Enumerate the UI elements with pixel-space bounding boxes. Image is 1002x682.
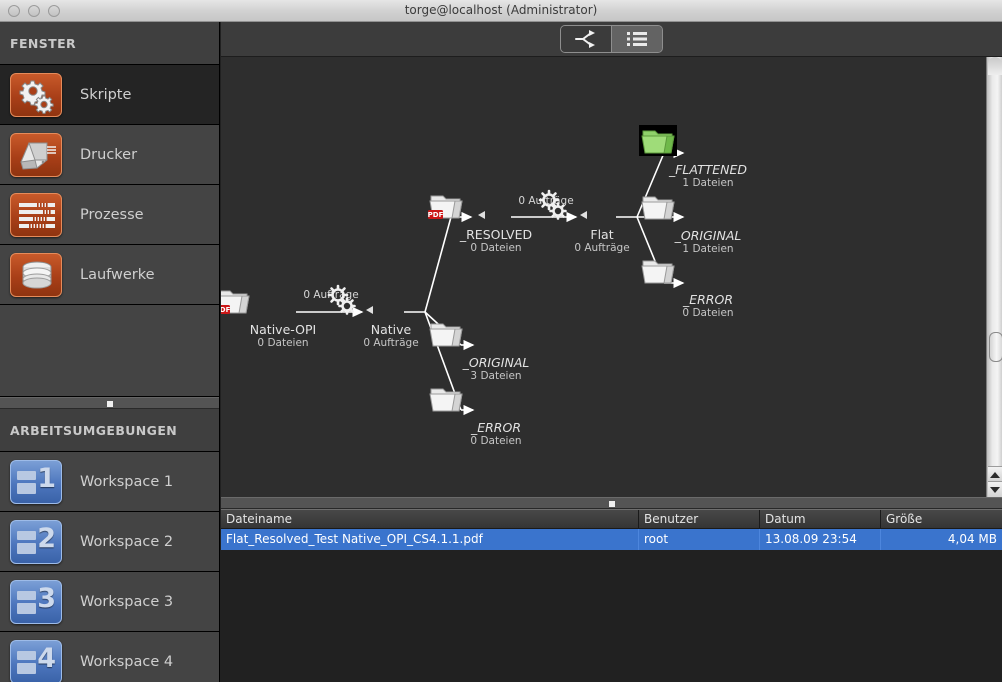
folder-icon <box>638 189 778 229</box>
workflow-canvas[interactable]: 0 Aufträge 0 Aufträge PDF Native-OPI 0 D… <box>221 57 986 497</box>
tab-workflow-view[interactable] <box>560 26 611 52</box>
workflow-node-error-mid[interactable]: _ERROR 0 Dateien <box>426 381 566 448</box>
node-label: _ERROR <box>682 292 734 307</box>
sidebar-empty-area <box>0 305 219 397</box>
file-table: Dateiname Benutzer Datum Größe Flat_Reso… <box>221 509 1002 682</box>
sidebar-item-workspace-4[interactable]: 4 Workspace 4 <box>0 632 219 682</box>
workspace-number: 3 <box>37 582 56 614</box>
workspace-panes-icon <box>17 650 36 677</box>
workspace-panes-icon <box>17 530 36 557</box>
process-icon <box>10 192 62 237</box>
folder-icon <box>426 381 566 421</box>
branch-icon <box>574 30 595 48</box>
workflow-edges <box>296 147 685 416</box>
node-label: _FLATTENED <box>668 162 748 177</box>
sidebar-item-label: Workspace 3 <box>80 593 174 610</box>
sidebar-item-label: Drucker <box>80 146 138 163</box>
window-titlebar: torge@localhost (Administrator) <box>0 0 1002 22</box>
sidebar-item-workspace-1[interactable]: 1 Workspace 1 <box>0 452 219 512</box>
gears-icon <box>10 72 62 117</box>
main-panel: 0 Aufträge 0 Aufträge PDF Native-OPI 0 D… <box>221 22 1002 682</box>
workflow-node-original-mid[interactable]: _ORIGINAL 3 Dateien <box>426 316 566 383</box>
column-header-benutzer[interactable]: Benutzer <box>639 510 760 528</box>
sidebar-section-header-arbeitsumgebungen: ARBEITSUMGEBUNGEN <box>0 409 219 452</box>
sidebar-item-label: Skripte <box>80 86 132 103</box>
column-header-dateiname[interactable]: Dateiname <box>221 510 639 528</box>
workflow-node-error-right[interactable]: _ERROR 0 Dateien <box>638 253 778 320</box>
workspace-icon: 3 <box>10 579 62 624</box>
application-window: torge@localhost (Administrator) FENSTER … <box>0 0 1002 682</box>
drive-icon <box>10 252 62 297</box>
workspace-icon: 4 <box>10 639 62 682</box>
sidebar-item-laufwerke[interactable]: Laufwerke <box>0 245 219 305</box>
sidebar-section-header-fenster: FENSTER <box>0 22 219 65</box>
folder-icon <box>426 316 566 356</box>
folder-icon <box>638 253 778 293</box>
sidebar-item-workspace-2[interactable]: 2 Workspace 2 <box>0 512 219 572</box>
sidebar-item-skripte[interactable]: Skripte <box>0 65 219 125</box>
cell-groesse: 4,04 MB <box>947 532 997 546</box>
sidebar-item-drucker[interactable]: Drucker <box>0 125 219 185</box>
panel-splitter[interactable] <box>221 497 1002 509</box>
printer-icon <box>10 132 62 177</box>
chevron-up-icon <box>990 471 1000 478</box>
column-header-datum[interactable]: Datum <box>760 510 881 528</box>
canvas-vertical-scrollbar[interactable] <box>986 57 1002 497</box>
tab-list-view[interactable] <box>610 26 662 52</box>
sidebar-splitter[interactable] <box>0 397 219 409</box>
svg-text:PDF: PDF <box>428 211 444 219</box>
sidebar: FENSTER Skripte Drucker Prozesse Laufwer… <box>0 22 220 682</box>
node-label: _ORIGINAL <box>462 355 530 370</box>
sidebar-item-label: Prozesse <box>80 206 144 223</box>
workspace-number: 2 <box>37 522 56 554</box>
chevron-down-icon <box>990 486 1000 493</box>
splitter-grip-icon <box>608 501 615 507</box>
scroll-down-button[interactable] <box>988 481 1002 497</box>
table-header-row: Dateiname Benutzer Datum Größe <box>221 509 1002 529</box>
node-label: _ERROR <box>470 420 522 435</box>
window-title: torge@localhost (Administrator) <box>404 3 598 17</box>
scroll-up-button[interactable] <box>988 466 1002 482</box>
cell-datum: 13.08.09 23:54 <box>760 529 881 550</box>
workspace-icon: 2 <box>10 519 62 564</box>
scrollbar-track[interactable] <box>988 57 1002 75</box>
workspace-panes-icon <box>17 470 36 497</box>
view-mode-segmented-control <box>559 25 663 53</box>
sidebar-item-label: Laufwerke <box>80 266 155 283</box>
column-header-groesse[interactable]: Größe <box>881 510 1002 528</box>
node-label: _ORIGINAL <box>674 228 742 243</box>
workspace-number: 4 <box>37 642 56 674</box>
node-sublabel: 0 Dateien <box>470 435 522 447</box>
workspace-panes-icon <box>17 590 36 617</box>
workspace-number: 1 <box>37 462 56 494</box>
sidebar-item-workspace-3[interactable]: 3 Workspace 3 <box>0 572 219 632</box>
scrollbar-thumb[interactable] <box>989 332 1002 362</box>
cell-benutzer: root <box>639 529 760 550</box>
sidebar-item-label: Workspace 4 <box>80 653 174 670</box>
workspace-icon: 1 <box>10 459 62 504</box>
node-sublabel: 0 Dateien <box>682 307 734 319</box>
sidebar-item-prozesse[interactable]: Prozesse <box>0 185 219 245</box>
cell-dateiname: Flat_Resolved_Test Native_OPI_CS4.1.1.pd… <box>221 529 639 550</box>
splitter-grip-icon <box>106 401 113 407</box>
workflow-node-original-right[interactable]: _ORIGINAL 1 Dateien <box>638 189 778 256</box>
sidebar-item-label: Workspace 1 <box>80 473 174 490</box>
sidebar-item-label: Workspace 2 <box>80 533 174 550</box>
svg-text:PDF: PDF <box>221 306 231 314</box>
folder-green-icon <box>638 123 778 163</box>
table-row[interactable]: Flat_Resolved_Test Native_OPI_CS4.1.1.pd… <box>221 529 1002 550</box>
toolbar <box>221 22 1002 57</box>
workflow-node-flattened[interactable]: _FLATTENED 1 Dateien <box>638 123 778 190</box>
list-icon <box>626 32 647 46</box>
